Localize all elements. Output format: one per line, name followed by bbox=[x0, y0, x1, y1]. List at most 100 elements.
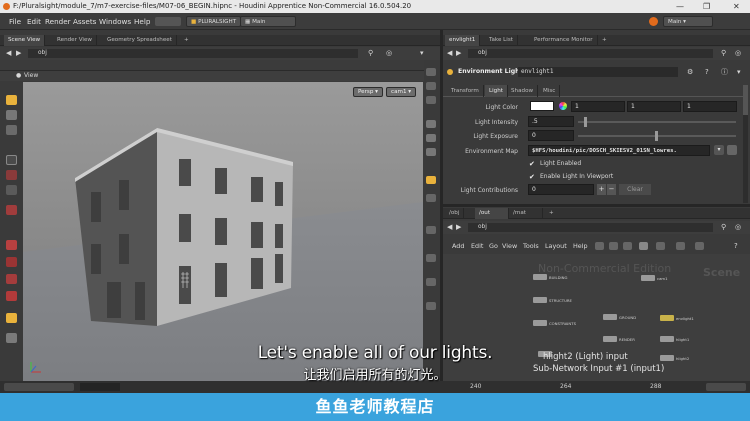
perspective-dropdown[interactable]: Persp ▾ bbox=[353, 87, 383, 97]
menu-edit[interactable]: Edit bbox=[27, 13, 41, 30]
clear-button[interactable]: Clear bbox=[619, 184, 651, 195]
shelf-set-dropdown[interactable]: ■ PLURALSIGHT bbox=[186, 16, 242, 27]
network-tool-5-icon[interactable] bbox=[656, 242, 665, 250]
node-structure[interactable] bbox=[533, 297, 547, 303]
help-icon[interactable]: ? bbox=[705, 62, 709, 82]
network-tool-3-icon[interactable] bbox=[623, 242, 632, 250]
camera-dropdown[interactable]: cam1 ▾ bbox=[386, 87, 417, 97]
grid-view-icon[interactable] bbox=[639, 242, 648, 250]
pane-options-icon[interactable]: ▾ bbox=[420, 47, 424, 60]
tab-take-list[interactable]: Take List bbox=[485, 35, 518, 46]
tab-shadow[interactable]: Shadow bbox=[507, 85, 539, 97]
menu-help[interactable]: Help bbox=[134, 13, 150, 30]
network-menu-help[interactable]: Help bbox=[573, 239, 588, 253]
display-option-10-icon[interactable] bbox=[426, 254, 436, 262]
light-color-g-field[interactable]: 1 bbox=[627, 101, 681, 112]
display-option-4-icon[interactable] bbox=[426, 120, 436, 128]
close-button[interactable]: ✕ bbox=[733, 0, 740, 13]
display-option-8-icon[interactable] bbox=[426, 194, 436, 202]
tab-mat[interactable]: /mat bbox=[509, 208, 543, 219]
param-scrollbar-thumb[interactable] bbox=[743, 85, 748, 115]
flipbook-tool-icon[interactable] bbox=[6, 333, 17, 343]
display-option-11-icon[interactable] bbox=[426, 278, 436, 286]
network-tool-1-icon[interactable] bbox=[595, 242, 604, 250]
pin-icon[interactable]: ⚲ bbox=[721, 221, 726, 234]
node-building[interactable] bbox=[533, 274, 547, 280]
pane-divider-horizontal[interactable] bbox=[443, 204, 750, 207]
scene-viewport[interactable]: Persp ▾ cam1 ▾ bbox=[23, 82, 423, 381]
link-icon[interactable]: ◎ bbox=[386, 47, 392, 60]
gear-icon[interactable]: ⚙ bbox=[687, 62, 693, 82]
forward-arrow-icon[interactable]: ▶ bbox=[456, 47, 461, 60]
node-cam1[interactable] bbox=[641, 275, 655, 281]
add-tab-button[interactable]: + bbox=[598, 35, 611, 46]
network-menu-view[interactable]: View bbox=[502, 239, 517, 253]
magnet-snap-icon[interactable] bbox=[6, 291, 17, 301]
link-icon[interactable]: ◎ bbox=[735, 47, 741, 60]
file-browse-icon[interactable] bbox=[727, 145, 737, 155]
pin-icon[interactable]: ⚲ bbox=[368, 47, 373, 60]
desktop-dropdown-left[interactable]: ▦ Main bbox=[240, 16, 296, 27]
node-name-field[interactable]: envlight1 bbox=[518, 67, 678, 77]
add-contribution-button[interactable]: + bbox=[597, 184, 606, 195]
node-envlight1[interactable] bbox=[660, 315, 674, 321]
color-wheel-icon[interactable] bbox=[559, 102, 567, 110]
display-option-3-icon[interactable] bbox=[426, 96, 436, 104]
light-intensity-field[interactable]: .5 bbox=[528, 116, 574, 127]
tab-obj[interactable]: /obj bbox=[445, 208, 465, 219]
network-path-field[interactable]: obj bbox=[468, 223, 713, 232]
node-constraints[interactable] bbox=[533, 320, 547, 326]
add-tab-button[interactable]: + bbox=[545, 208, 558, 219]
tool-icon-8[interactable] bbox=[6, 240, 17, 250]
tab-performance-monitor[interactable]: Performance Monitor bbox=[530, 35, 598, 46]
light-exposure-field[interactable]: 0 bbox=[528, 130, 574, 141]
light-intensity-slider[interactable] bbox=[578, 121, 736, 123]
timeline-end-buttons[interactable] bbox=[706, 383, 746, 391]
remove-contribution-button[interactable]: − bbox=[607, 184, 616, 195]
back-arrow-icon[interactable]: ◀ bbox=[447, 47, 452, 60]
network-menu-go[interactable]: Go bbox=[489, 239, 498, 253]
light-color-r-field[interactable]: 1 bbox=[571, 101, 625, 112]
network-menu-tools[interactable]: Tools bbox=[523, 239, 539, 253]
lighting-option-icon[interactable] bbox=[426, 176, 436, 184]
add-tab-button[interactable]: + bbox=[180, 35, 193, 46]
snap-tool-icon[interactable] bbox=[6, 205, 17, 215]
desktop-dropdown-right[interactable]: Main ▾ bbox=[663, 16, 713, 27]
display-option-12-icon[interactable] bbox=[426, 302, 436, 310]
select-tool-icon[interactable] bbox=[6, 95, 17, 105]
environment-map-field[interactable]: $HFS/houdini/pic/DOSCH_SKIESV2_01SN_lowr… bbox=[528, 145, 710, 156]
maximize-button[interactable]: ❐ bbox=[703, 0, 710, 13]
light-contributions-field[interactable]: 0 bbox=[528, 184, 594, 195]
minimize-button[interactable]: — bbox=[676, 0, 684, 13]
menu-assets[interactable]: Assets bbox=[73, 13, 96, 30]
network-menu-add[interactable]: Add bbox=[452, 239, 464, 253]
network-help-icon[interactable]: ? bbox=[734, 239, 738, 253]
pin-icon[interactable]: ⚲ bbox=[721, 47, 726, 60]
display-option-1-icon[interactable] bbox=[426, 68, 436, 76]
network-menu-layout[interactable]: Layout bbox=[545, 239, 567, 253]
node-ground[interactable] bbox=[603, 314, 617, 320]
tab-light[interactable]: Light bbox=[485, 85, 508, 97]
display-option-9-icon[interactable] bbox=[426, 226, 436, 234]
network-tool-7-icon[interactable] bbox=[695, 242, 704, 250]
tool-icon-9[interactable] bbox=[6, 257, 17, 267]
render-tool-icon[interactable] bbox=[6, 313, 17, 323]
enable-viewport-checkbox[interactable]: ✔ bbox=[529, 173, 537, 181]
info-icon[interactable]: ⓘ bbox=[721, 62, 728, 82]
tab-scene-view[interactable]: Scene View bbox=[4, 35, 46, 46]
light-color-swatch[interactable] bbox=[530, 101, 554, 111]
back-arrow-icon[interactable]: ◀ bbox=[447, 221, 452, 234]
forward-arrow-icon[interactable]: ▶ bbox=[456, 221, 461, 234]
menu-render[interactable]: Render bbox=[45, 13, 71, 30]
node-hlight1[interactable] bbox=[660, 336, 674, 342]
tab-misc[interactable]: Misc bbox=[539, 85, 561, 97]
display-option-5-icon[interactable] bbox=[426, 134, 436, 142]
tab-geometry-spreadsheet[interactable]: Geometry Spreadsheet bbox=[103, 35, 177, 46]
tab-render-view[interactable]: Render View bbox=[53, 35, 97, 46]
tool-icon-10[interactable] bbox=[6, 274, 17, 284]
handle-tool-icon[interactable] bbox=[6, 155, 17, 165]
network-path-field[interactable]: obj bbox=[28, 49, 358, 58]
frame-field[interactable] bbox=[80, 383, 120, 391]
param-path-field[interactable]: obj bbox=[468, 49, 713, 58]
display-option-2-icon[interactable] bbox=[426, 82, 436, 90]
